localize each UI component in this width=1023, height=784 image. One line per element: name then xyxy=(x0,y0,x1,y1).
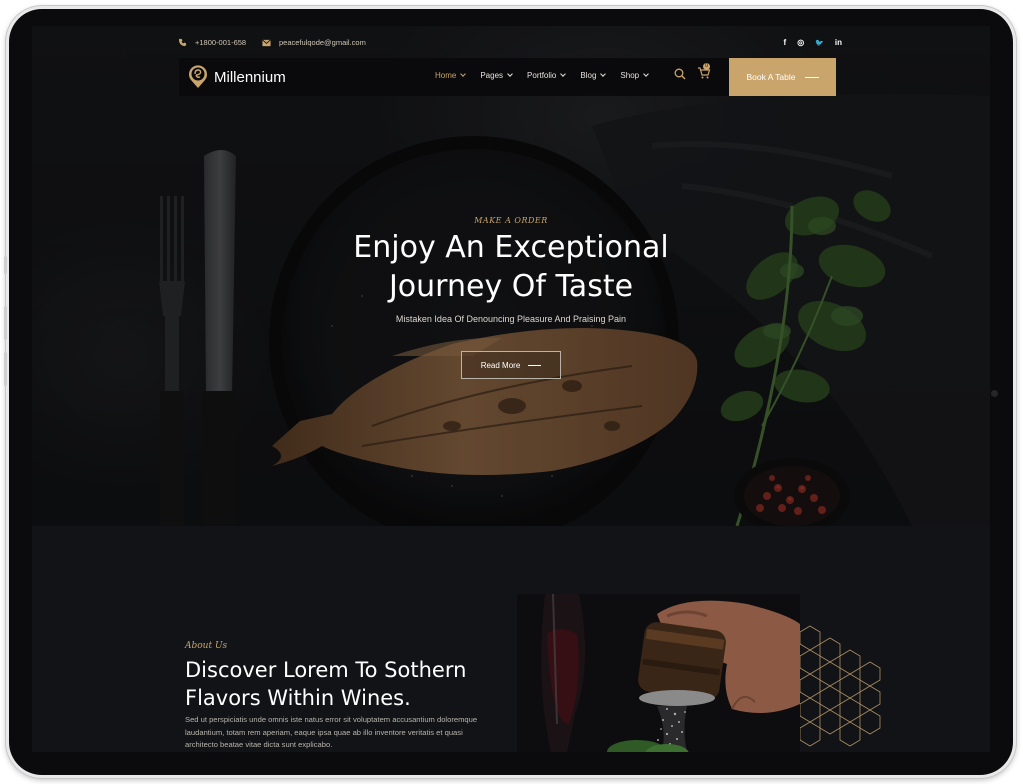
book-button-label: Book A Table xyxy=(746,72,796,82)
hero-title: Enjoy An Exceptional Journey Of Taste xyxy=(32,228,990,306)
chevron-down-icon xyxy=(643,71,649,77)
front-camera xyxy=(991,390,998,397)
nav-item-label: Portfolio xyxy=(527,71,557,80)
email-address: peacefulqode@gmail.com xyxy=(279,38,366,47)
hero-subtitle: Mistaken Idea Of Denouncing Pleasure And… xyxy=(395,314,627,324)
nav-item-shop[interactable]: Shop xyxy=(620,71,649,80)
twitter-icon[interactable]: 🐦 xyxy=(815,39,824,47)
volume-button xyxy=(4,352,7,386)
about-section: About Us Discover Lorem To Sothern Flavo… xyxy=(32,526,990,752)
hero-content: MAKE A ORDER Enjoy An Exceptional Journe… xyxy=(32,216,990,324)
nav-item-blog[interactable]: Blog xyxy=(580,71,607,80)
nav-menu: Home Pages Portfolio Blog Shop xyxy=(435,71,649,80)
phone-contact[interactable]: +1800-001-658 xyxy=(178,38,246,47)
nav-item-label: Shop xyxy=(620,71,640,80)
read-more-label: Read More xyxy=(480,360,521,370)
top-contact-bar: +1800-001-658 peacefulqode@gmail.com f ◎… xyxy=(178,38,842,52)
nav-item-home[interactable]: Home xyxy=(435,71,467,80)
linkedin-icon[interactable]: in xyxy=(835,38,842,47)
chevron-down-icon xyxy=(600,71,607,77)
book-a-table-button[interactable]: Book A Table xyxy=(729,58,836,96)
logo-icon xyxy=(189,65,207,88)
cart-count-badge: 0 xyxy=(703,63,710,70)
social-links: f ◎ 🐦 in xyxy=(784,38,842,47)
phone-icon xyxy=(178,38,187,47)
about-title-line: Discover Lorem To Sothern xyxy=(185,658,467,682)
chevron-down-icon xyxy=(460,71,467,77)
main-navbar: Millennium Home Pages Portfolio Blog Sho… xyxy=(179,58,836,96)
hero-eyebrow: MAKE A ORDER xyxy=(474,216,548,225)
brand-logo[interactable]: Millennium xyxy=(187,65,286,89)
website-screen: +1800-001-658 peacefulqode@gmail.com f ◎… xyxy=(32,26,990,752)
phone-number: +1800-001-658 xyxy=(195,38,247,47)
nav-item-label: Pages xyxy=(480,71,504,80)
nav-item-label: Home xyxy=(435,71,457,80)
hero-title-line: Enjoy An Exceptional xyxy=(353,230,669,265)
brand-name: Millennium xyxy=(214,68,286,86)
read-more-button[interactable]: Read More xyxy=(461,351,561,379)
hexagon-pattern-decoration xyxy=(800,625,881,747)
chevron-down-icon xyxy=(507,71,513,77)
salt-grinder-photo xyxy=(517,594,800,752)
hero-section: +1800-001-658 peacefulqode@gmail.com f ◎… xyxy=(32,26,990,526)
about-title: Discover Lorem To Sothern Flavors Within… xyxy=(185,656,515,712)
search-icon[interactable] xyxy=(674,68,686,80)
email-contact[interactable]: peacefulqode@gmail.com xyxy=(262,38,366,47)
instagram-icon[interactable]: ◎ xyxy=(797,38,804,47)
mute-switch xyxy=(4,256,7,274)
arrow-line-icon xyxy=(804,76,819,78)
facebook-icon[interactable]: f xyxy=(784,38,787,47)
nav-item-portfolio[interactable]: Portfolio xyxy=(527,71,567,80)
chevron-down-icon xyxy=(560,71,567,77)
about-eyebrow: About Us xyxy=(185,641,228,651)
hero-title-line: Journey Of Taste xyxy=(388,269,634,304)
nav-item-label: Blog xyxy=(580,71,597,80)
volume-button xyxy=(4,306,7,340)
nav-item-pages[interactable]: Pages xyxy=(480,71,513,80)
about-body-text: Sed ut perspiciatis unde omnis iste natu… xyxy=(185,715,478,749)
arrow-line-icon xyxy=(528,364,542,366)
mail-icon xyxy=(262,39,271,46)
about-title-line: Flavors Within Wines. xyxy=(185,686,411,710)
